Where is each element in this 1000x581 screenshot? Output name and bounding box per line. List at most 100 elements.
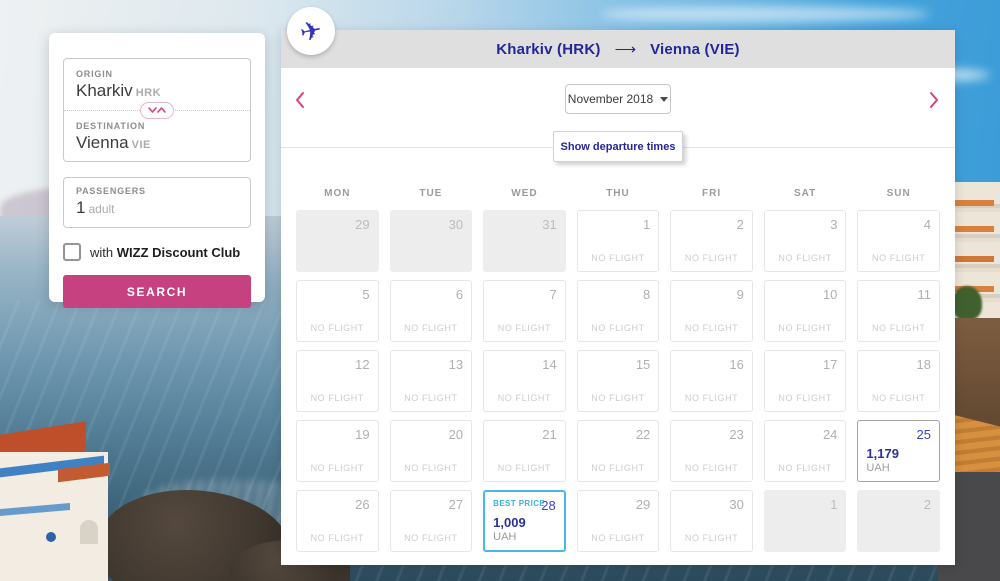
palm-tree bbox=[952, 286, 982, 320]
day-number: 4 bbox=[924, 217, 931, 232]
previous-month-button[interactable] bbox=[293, 90, 307, 110]
calendar-day-cell-3-noflight[interactable]: 3NO FLIGHT bbox=[764, 210, 847, 272]
route-header: Kharkiv (HRK) ⟶ Vienna (VIE) bbox=[281, 30, 955, 68]
calendar-day-cell-5-noflight[interactable]: 5 NO FLIGHT bbox=[296, 280, 379, 342]
calendar-day-cell-8-noflight[interactable]: 8NO FLIGHT bbox=[577, 280, 660, 342]
calendar-day-cell-1-outside: 1 bbox=[764, 490, 847, 552]
flight-search-form: ORIGIN KharkivHRK DESTINATION ViennaVIE … bbox=[49, 33, 265, 302]
destination-value: ViennaVIE bbox=[76, 134, 238, 153]
no-flight-label: NO FLIGHT bbox=[765, 323, 846, 333]
day-number: 6 bbox=[456, 287, 463, 302]
calendar-day-cell-16-noflight[interactable]: 16NO FLIGHT bbox=[670, 350, 753, 412]
day-number: 5 bbox=[362, 287, 369, 302]
day-number: 2 bbox=[737, 217, 744, 232]
no-flight-label: NO FLIGHT bbox=[578, 323, 659, 333]
calendar-day-cell-14-noflight[interactable]: 14NO FLIGHT bbox=[483, 350, 566, 412]
day-number: 30 bbox=[449, 217, 463, 232]
day-number: 22 bbox=[636, 427, 650, 442]
calendar-day-cell-9-noflight[interactable]: 9NO FLIGHT bbox=[670, 280, 753, 342]
no-flight-label: NO FLIGHT bbox=[671, 393, 752, 403]
calendar-day-cell-2-noflight[interactable]: 2NO FLIGHT bbox=[670, 210, 753, 272]
calendar-day-cell-4-noflight[interactable]: 4NO FLIGHT bbox=[857, 210, 940, 272]
calendar-day-cell-23-noflight[interactable]: 23NO FLIGHT bbox=[670, 420, 753, 482]
passengers-type: adult bbox=[88, 202, 114, 216]
calendar-day-cell-31-outside: 31 bbox=[483, 210, 566, 272]
no-flight-label: NO FLIGHT bbox=[671, 533, 752, 543]
calendar-day-cell-13-noflight[interactable]: 13NO FLIGHT bbox=[390, 350, 473, 412]
passengers-value: 1adult bbox=[76, 199, 238, 218]
day-number: 26 bbox=[355, 497, 369, 512]
route-destination: Vienna (VIE) bbox=[650, 41, 740, 58]
dow-label-sat: SAT bbox=[764, 188, 847, 199]
route-origin: Kharkiv (HRK) bbox=[496, 41, 600, 58]
calendar-day-cell-22-noflight[interactable]: 22NO FLIGHT bbox=[577, 420, 660, 482]
dow-label-sun: SUN bbox=[857, 188, 940, 199]
fare-currency: UAH bbox=[493, 531, 526, 543]
best-price-badge: BEST PRICE bbox=[493, 499, 545, 508]
next-month-button[interactable] bbox=[927, 90, 941, 110]
calendar-day-cell-25-price[interactable]: 251,179UAH bbox=[857, 420, 940, 482]
day-number: 30 bbox=[729, 497, 743, 512]
dow-label-fri: FRI bbox=[670, 188, 753, 199]
calendar-day-cell-12-noflight[interactable]: 12NO FLIGHT bbox=[296, 350, 379, 412]
no-flight-label: NO FLIGHT bbox=[858, 393, 939, 403]
calendar-day-cell-20-noflight[interactable]: 20NO FLIGHT bbox=[390, 420, 473, 482]
calendar-day-cell-15-noflight[interactable]: 15NO FLIGHT bbox=[577, 350, 660, 412]
no-flight-label: NO FLIGHT bbox=[671, 463, 752, 473]
day-number: 29 bbox=[636, 497, 650, 512]
building-window bbox=[80, 520, 98, 544]
dow-label-thu: THU bbox=[577, 188, 660, 199]
month-selector[interactable]: November 2018 bbox=[565, 84, 671, 114]
calendar-day-cell-18-noflight[interactable]: 18NO FLIGHT bbox=[857, 350, 940, 412]
no-flight-label: NO FLIGHT bbox=[671, 323, 752, 333]
no-flight-label: NO FLIGHT bbox=[765, 393, 846, 403]
day-number: 10 bbox=[823, 287, 837, 302]
day-number: 14 bbox=[542, 357, 556, 372]
show-departure-times-button[interactable]: Show departure times bbox=[553, 131, 683, 162]
no-flight-label: NO FLIGHT bbox=[297, 323, 378, 333]
search-button[interactable]: SEARCH bbox=[63, 275, 251, 308]
day-number: 27 bbox=[449, 497, 463, 512]
no-flight-label: NO FLIGHT bbox=[297, 463, 378, 473]
day-of-week-header: MONTUEWEDTHUFRISATSUN bbox=[296, 188, 940, 199]
calendar-day-cell-21-noflight[interactable]: 21NO FLIGHT bbox=[483, 420, 566, 482]
destination-label: DESTINATION bbox=[76, 121, 238, 131]
calendar-day-cell-26-noflight[interactable]: 26 NO FLIGHT bbox=[296, 490, 379, 552]
day-number: 3 bbox=[830, 217, 837, 232]
route-divider bbox=[64, 110, 250, 111]
day-number: 1 bbox=[830, 497, 837, 512]
calendar-day-cell-2-outside: 2 bbox=[857, 490, 940, 552]
calendar-day-cell-7-noflight[interactable]: 7NO FLIGHT bbox=[483, 280, 566, 342]
discount-club-checkbox[interactable] bbox=[63, 243, 81, 261]
calendar-day-cell-28-best[interactable]: 28BEST PRICE1,009UAH bbox=[483, 490, 566, 552]
no-flight-label: NO FLIGHT bbox=[484, 463, 565, 473]
day-number: 2 bbox=[924, 497, 931, 512]
calendar-day-cell-11-noflight[interactable]: 11 NO FLIGHT bbox=[857, 280, 940, 342]
fare-amount: 1,009 bbox=[493, 515, 526, 530]
discount-club-label: with WIZZ Discount Club bbox=[90, 245, 240, 260]
fare-currency: UAH bbox=[866, 462, 899, 474]
passengers-field[interactable]: PASSENGERS 1adult bbox=[63, 177, 251, 228]
swap-direction-button[interactable] bbox=[140, 102, 174, 119]
no-flight-label: NO FLIGHT bbox=[858, 323, 939, 333]
cloud bbox=[600, 6, 930, 22]
day-number: 20 bbox=[449, 427, 463, 442]
calendar-day-cell-10-noflight[interactable]: 10 NO FLIGHT bbox=[764, 280, 847, 342]
destination-code: VIE bbox=[132, 139, 151, 151]
calendar-day-cell-27-noflight[interactable]: 27 NO FLIGHT bbox=[390, 490, 473, 552]
day-number: 29 bbox=[355, 217, 369, 232]
no-flight-label: NO FLIGHT bbox=[391, 533, 472, 543]
calendar-day-cell-19-noflight[interactable]: 19NO FLIGHT bbox=[296, 420, 379, 482]
no-flight-label: NO FLIGHT bbox=[765, 463, 846, 473]
calendar-day-cell-17-noflight[interactable]: 17NO FLIGHT bbox=[764, 350, 847, 412]
calendar-day-cell-30-noflight[interactable]: 30 NO FLIGHT bbox=[670, 490, 753, 552]
day-number: 11 bbox=[917, 287, 931, 302]
no-flight-label: NO FLIGHT bbox=[297, 533, 378, 543]
calendar-day-cell-6-noflight[interactable]: 6NO FLIGHT bbox=[390, 280, 473, 342]
day-number: 25 bbox=[917, 427, 931, 442]
calendar-day-cell-29-noflight[interactable]: 29NO FLIGHT bbox=[577, 490, 660, 552]
calendar-day-cell-1-noflight[interactable]: 1NO FLIGHT bbox=[577, 210, 660, 272]
day-number: 31 bbox=[542, 217, 556, 232]
calendar-day-cell-24-noflight[interactable]: 24NO FLIGHT bbox=[764, 420, 847, 482]
chevron-down-icon bbox=[660, 97, 668, 102]
